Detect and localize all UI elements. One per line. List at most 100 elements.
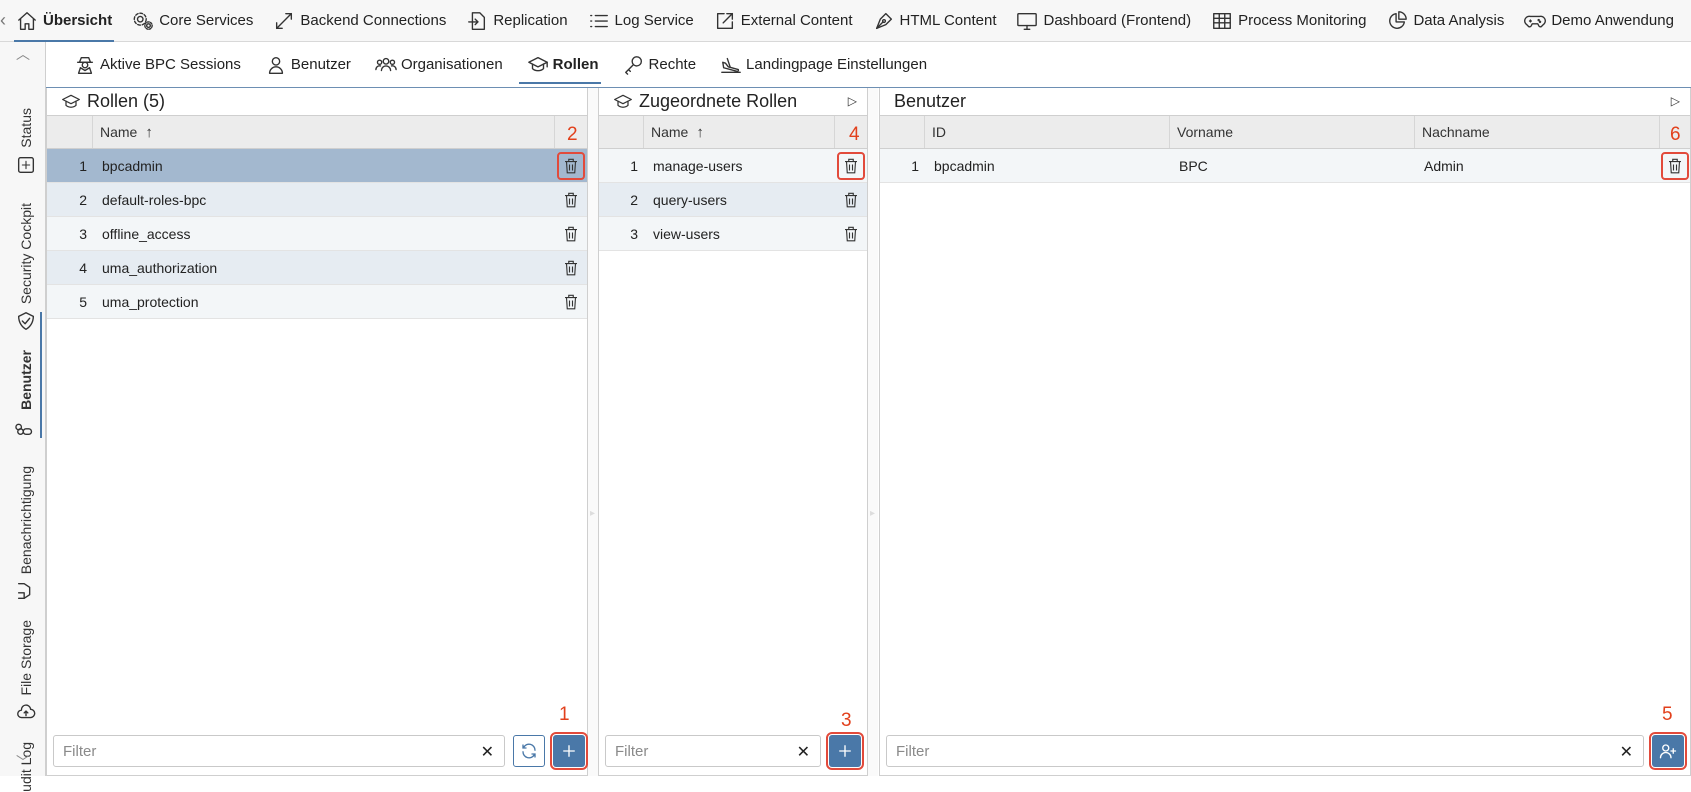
panel-title-text: Rollen (5) — [87, 91, 166, 111]
remove-user-button[interactable] — [1661, 151, 1689, 180]
status-icon — [17, 156, 35, 174]
roles-filter-input[interactable] — [63, 742, 504, 760]
table-row[interactable]: 3 offline_access — [47, 217, 587, 251]
role-name: default-roles-bpc — [102, 191, 207, 208]
graduation-cap-icon — [614, 94, 632, 108]
sidebar-item-benutzer[interactable]: Benutzer — [14, 332, 38, 438]
sidebar-item-security-cockpit[interactable]: Security Cockpit — [14, 192, 38, 332]
column-header-vorname[interactable]: Vorname — [1170, 116, 1415, 148]
table-row[interactable]: 1 bpcadmin BPC Admin — [880, 149, 1690, 183]
add-role-button[interactable] — [550, 732, 588, 770]
role-name: offline_access — [102, 225, 191, 242]
topnav-item-dashboard[interactable]: Dashboard (Frontend) — [1006, 0, 1201, 42]
sidebar-item-benachrichtigung[interactable]: Benachrichtigung — [14, 452, 38, 602]
assigned-filter-input[interactable] — [615, 742, 820, 760]
table-row[interactable]: 2 default-roles-bpc — [47, 183, 587, 217]
column-header-nachname[interactable]: Nachname — [1415, 116, 1660, 148]
role-name: manage-users — [653, 157, 743, 174]
table-row[interactable]: 2 query-users — [599, 183, 867, 217]
assigned-filter: ✕ — [605, 735, 821, 767]
tab-label: Benutzer — [290, 56, 351, 73]
expand-panel-icon[interactable]: ▷ — [848, 94, 857, 108]
delete-role-button[interactable] — [560, 291, 582, 313]
table-row[interactable]: 4 uma_authorization — [47, 251, 587, 285]
panel-splitter[interactable]: ▸ — [588, 88, 598, 776]
topnav-item-core-services[interactable]: Core Services — [122, 0, 263, 42]
tab-landingpage-einstellungen[interactable]: Landingpage Einstellungen — [708, 42, 939, 88]
home-icon — [18, 11, 36, 30]
users-filter-input[interactable] — [896, 742, 1643, 760]
topnav-label: HTML Content — [899, 12, 997, 29]
column-header-label: Vorname — [1177, 124, 1234, 140]
topnav-item-log-service[interactable]: Log Service — [578, 0, 704, 42]
topnav-item-uebersicht[interactable]: Übersicht — [6, 0, 122, 42]
scroll-up-icon[interactable]: ︿ — [0, 44, 46, 64]
column-header-id[interactable]: ID — [925, 116, 1170, 148]
list-icon — [589, 14, 608, 27]
topnav-more-button[interactable] — [1684, 0, 1691, 42]
graduation-cap-icon — [527, 56, 548, 71]
sort-ascending-icon: ↑ — [145, 123, 153, 141]
topnav-item-demo-anwendung[interactable]: Demo Anwendung — [1514, 0, 1684, 42]
tab-organisationen[interactable]: Organisationen — [363, 42, 515, 88]
add-assigned-role-button[interactable] — [826, 732, 864, 770]
add-user-button[interactable] — [1649, 732, 1687, 770]
megaphone-icon — [17, 582, 31, 600]
pen-nib-icon — [875, 12, 892, 29]
sidebar-label: Status — [18, 108, 34, 148]
remove-assigned-role-button[interactable] — [840, 223, 862, 245]
sidebar-label: Benutzer — [18, 350, 34, 410]
row-number: 5 — [79, 293, 87, 310]
remove-assigned-role-button[interactable] — [837, 151, 865, 180]
sidebar-item-status[interactable]: Status — [14, 70, 38, 176]
column-header-label: ID — [932, 124, 946, 140]
user-plus-icon — [1659, 744, 1677, 759]
marker-label: 6 — [1670, 124, 1681, 145]
topnav-item-backend-connections[interactable]: Backend Connections — [263, 0, 456, 42]
column-header-name[interactable]: Name ↑ — [93, 116, 555, 148]
table-row[interactable]: 1 bpcadmin — [47, 149, 587, 183]
tab-rechte[interactable]: Rechte — [611, 42, 709, 88]
table-row[interactable]: 3 view-users — [599, 217, 867, 251]
topnav-item-html-content[interactable]: HTML Content — [863, 0, 1007, 42]
trash-icon — [565, 260, 577, 275]
row-number-header — [880, 116, 925, 148]
sidebar-active-indicator — [40, 312, 42, 438]
delete-role-button[interactable] — [560, 189, 582, 211]
cloud-upload-icon — [17, 704, 36, 719]
row-number-header — [47, 116, 93, 148]
sidebar-item-file-storage[interactable]: File Storage — [14, 617, 38, 723]
table-row[interactable]: 5 uma_protection — [47, 285, 587, 319]
roles-panel-title: Rollen (5) — [47, 88, 587, 115]
clear-filter-icon[interactable]: ✕ — [481, 742, 494, 762]
panel-title-text: Benutzer — [894, 91, 967, 111]
topnav-label: Demo Anwendung — [1551, 12, 1674, 29]
delete-role-button[interactable] — [560, 223, 582, 245]
remove-assigned-role-button[interactable] — [840, 189, 862, 211]
users-grid-header: ID Vorname Nachname — [880, 115, 1690, 149]
key-icon — [624, 55, 642, 75]
refresh-button[interactable] — [513, 735, 545, 767]
role-name: uma_authorization — [102, 259, 218, 276]
vertical-sidebar: ︿ Status Security Cockpit Benutzer Benac… — [0, 42, 46, 792]
topnav-item-external-content[interactable]: External Content — [704, 0, 863, 42]
delete-role-button[interactable] — [557, 151, 585, 180]
clear-filter-icon[interactable]: ✕ — [1620, 742, 1633, 762]
topnav-item-replication[interactable]: Replication — [456, 0, 577, 42]
expand-panel-icon[interactable]: ▷ — [1671, 94, 1680, 108]
topnav-item-data-analysis[interactable]: Data Analysis — [1376, 0, 1514, 42]
tab-benutzer[interactable]: Benutzer — [253, 42, 363, 88]
tab-aktive-bpc-sessions[interactable]: Aktive BPC Sessions — [62, 42, 253, 88]
table-row[interactable]: 1 manage-users — [599, 149, 867, 183]
scroll-down-icon[interactable]: ﹀ — [0, 752, 46, 772]
panel-splitter[interactable]: ▸ — [868, 88, 878, 776]
topnav-item-process-monitoring[interactable]: Process Monitoring — [1201, 0, 1376, 42]
tab-rollen[interactable]: Rollen — [515, 42, 611, 88]
role-name: bpcadmin — [102, 157, 163, 174]
delete-role-button[interactable] — [560, 257, 582, 279]
users-filter-bar: ✕ — [886, 732, 1687, 770]
column-header-name[interactable]: Name ↑ — [644, 116, 835, 148]
clear-filter-icon[interactable]: ✕ — [797, 742, 810, 762]
row-number: 2 — [630, 191, 638, 208]
sidebar-label: Security Cockpit — [18, 202, 34, 304]
